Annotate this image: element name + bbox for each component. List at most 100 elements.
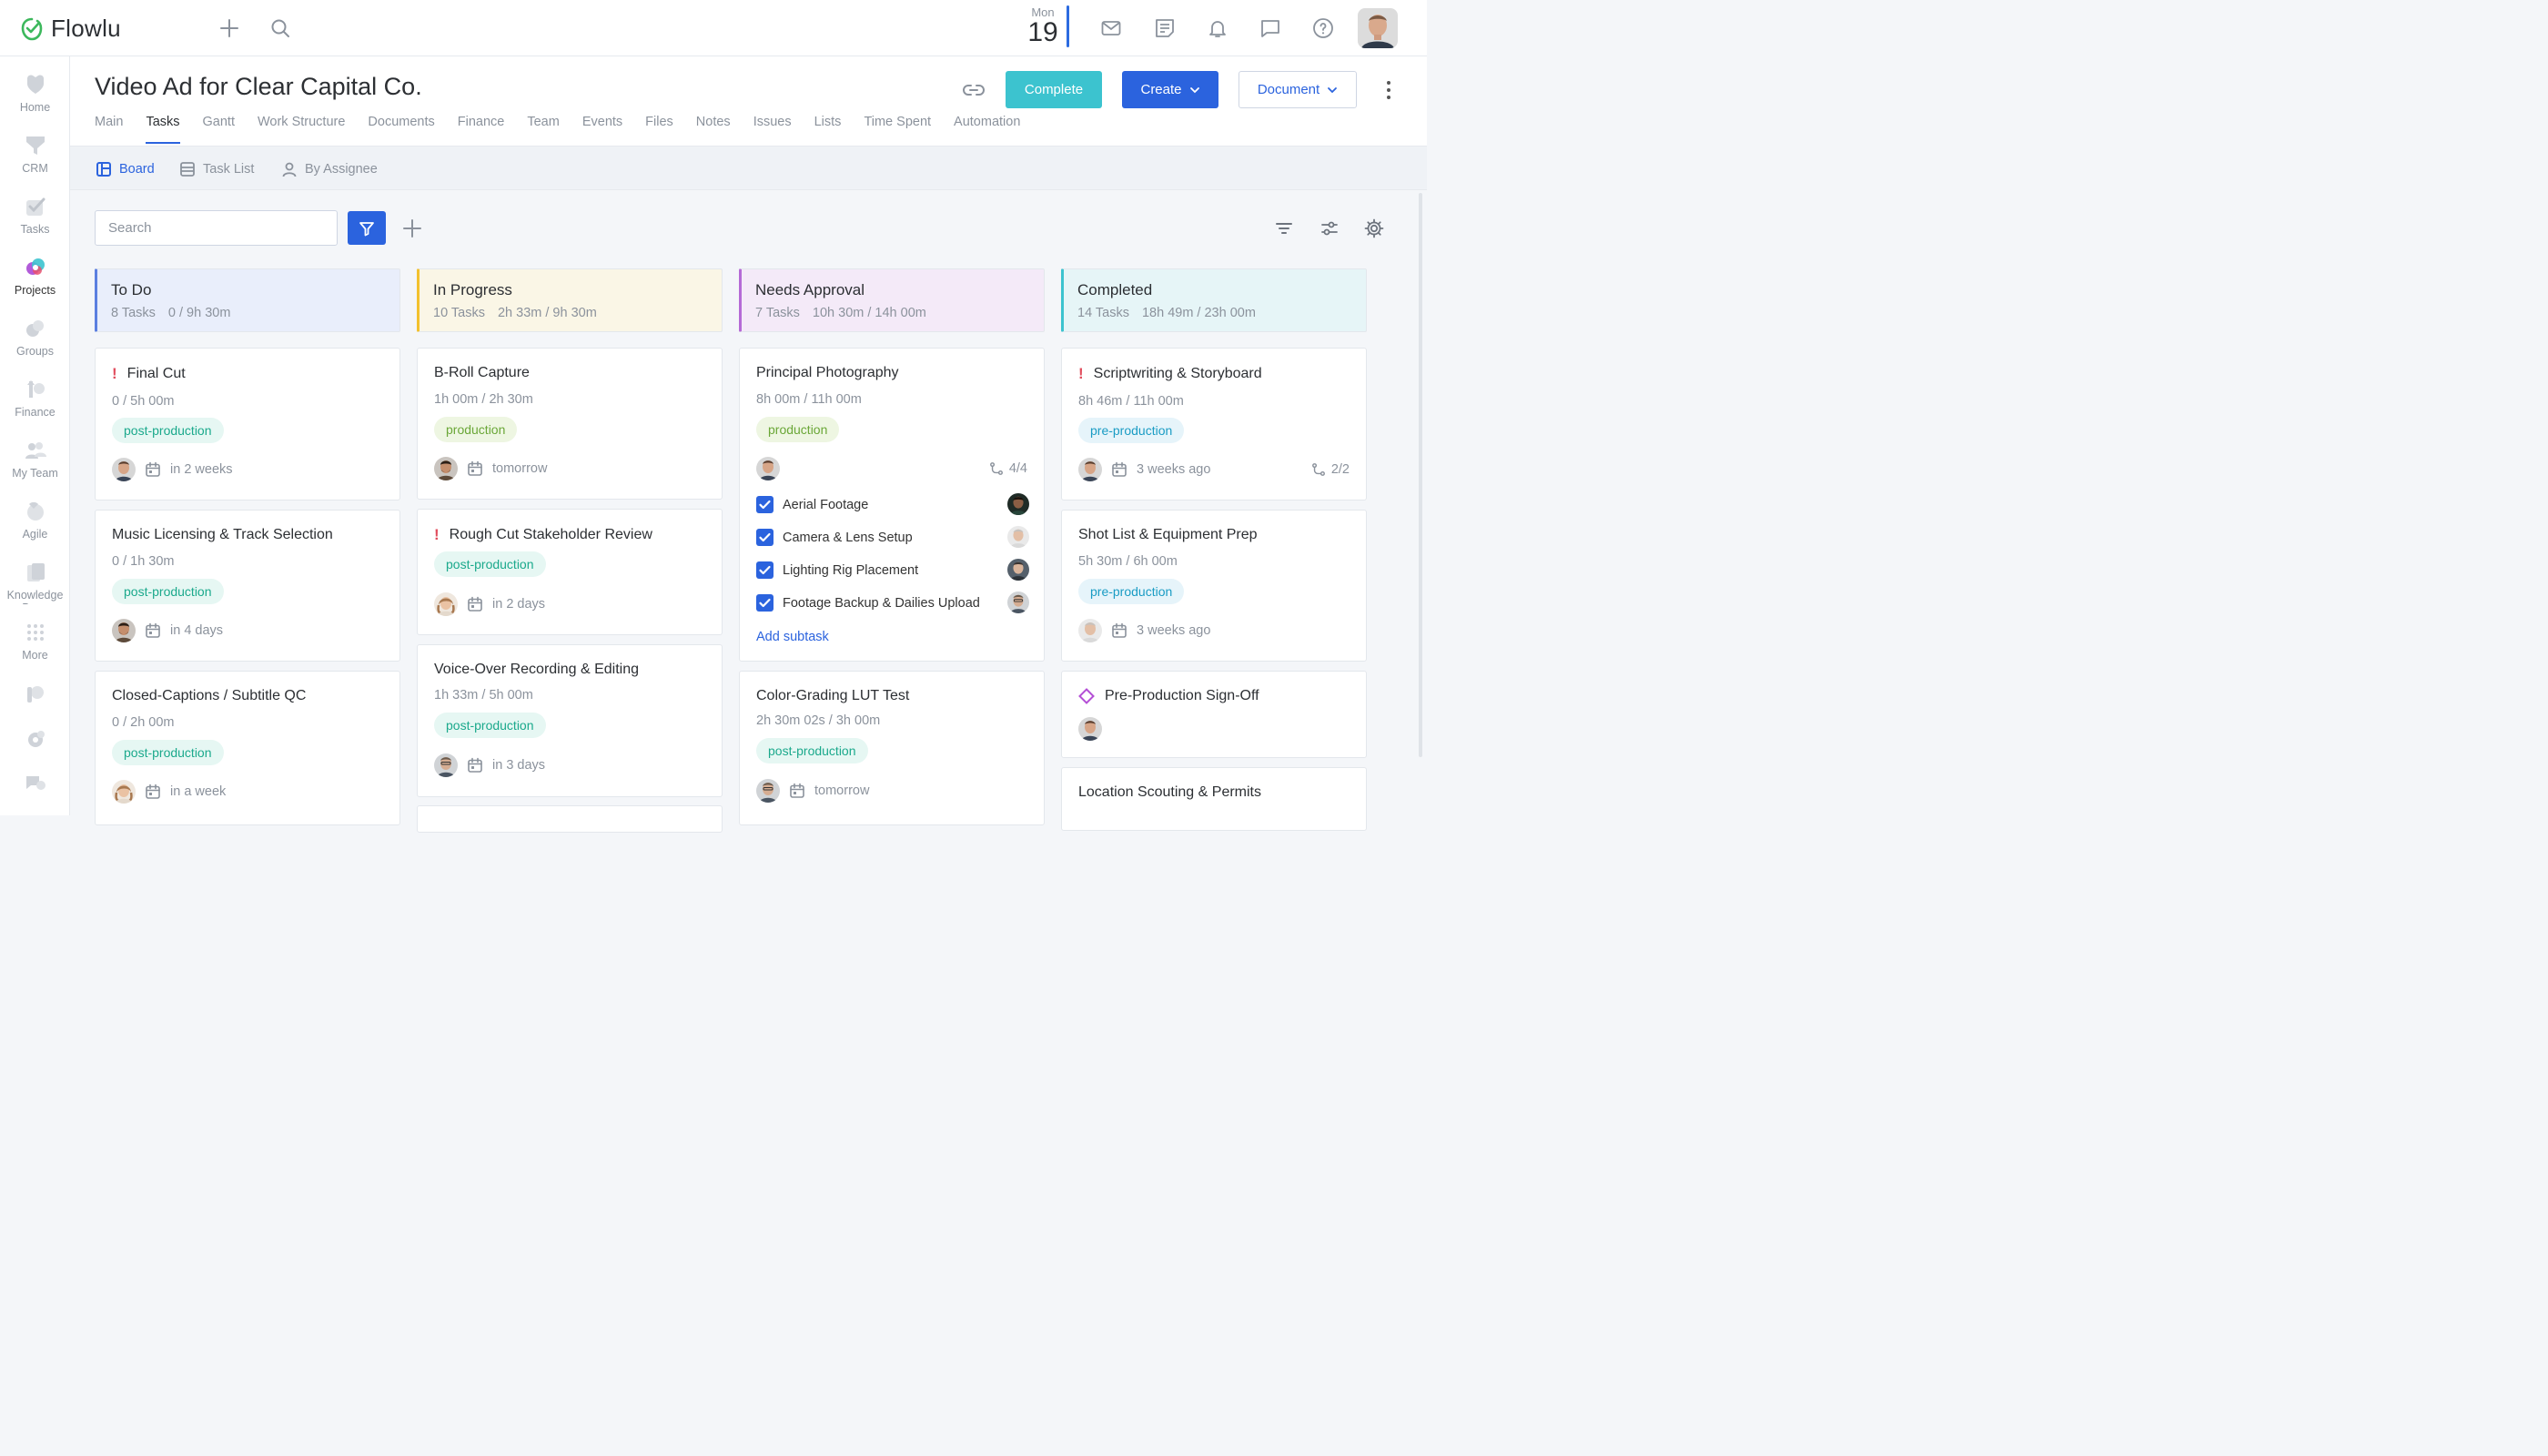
view-by-assignee[interactable]: By Assignee [281, 161, 378, 177]
task-tag[interactable]: post-production [112, 579, 224, 604]
column-header-in-progress[interactable]: In Progress 10 Tasks 2h 33m / 9h 30m [417, 268, 723, 332]
tab-team[interactable]: Team [527, 115, 559, 144]
tab-documents[interactable]: Documents [368, 115, 434, 144]
bell-icon[interactable] [1207, 17, 1228, 39]
task-card-final-cut[interactable]: ! Final Cut 0 / 5h 00m post-production in… [95, 348, 400, 500]
subtask-item[interactable]: Footage Backup & Dailies Upload [756, 594, 1029, 612]
sidebar-item-knowledge-base[interactable]: Knowledge Base [0, 561, 70, 604]
subtask-counter[interactable]: 4/4 [989, 461, 1027, 476]
task-card-b-roll-capture[interactable]: B-Roll Capture 1h 00m / 2h 30m productio… [417, 348, 723, 500]
subtask-avatar[interactable] [1007, 559, 1029, 581]
date-widget[interactable]: Mon 19 [1025, 5, 1061, 46]
assignee-avatar[interactable] [112, 458, 136, 481]
task-card-rough-cut-review[interactable]: ! Rough Cut Stakeholder Review post-produ… [417, 509, 723, 635]
tab-events[interactable]: Events [582, 115, 622, 144]
sidebar-item-agile[interactable]: Agile [0, 500, 70, 541]
column-header-completed[interactable]: Completed 14 Tasks 18h 49m / 23h 00m [1061, 268, 1367, 332]
add-column-button[interactable] [402, 218, 422, 238]
sidebar-app-extra-1[interactable] [0, 682, 70, 711]
task-tag[interactable]: post-production [756, 738, 868, 763]
column-header-needs-approval[interactable]: Needs Approval 7 Tasks 10h 30m / 14h 00m [739, 268, 1045, 332]
task-tag[interactable]: pre-production [1078, 418, 1185, 443]
task-tag[interactable]: pre-production [1078, 579, 1185, 604]
user-avatar[interactable] [1358, 8, 1398, 48]
task-card-voice-over[interactable]: Voice-Over Recording & Editing 1h 33m / … [417, 644, 723, 797]
assignee-avatar[interactable] [1078, 717, 1102, 741]
tab-time-spent[interactable]: Time Spent [864, 115, 931, 144]
subtask-item[interactable]: Lighting Rig Placement [756, 561, 1029, 579]
add-subtask-link[interactable]: Add subtask [756, 630, 829, 644]
assignee-avatar[interactable] [756, 457, 780, 480]
more-options-icon[interactable] [1380, 78, 1398, 102]
task-card-principal-photography[interactable]: Principal Photography 8h 00m / 11h 00m p… [739, 348, 1045, 662]
sidebar-item-crm[interactable]: CRM [0, 134, 70, 175]
subtask-avatar[interactable] [1007, 493, 1029, 515]
notes-icon[interactable] [1154, 17, 1176, 39]
sidebar-item-more[interactable]: More [0, 621, 70, 662]
link-icon[interactable] [961, 79, 986, 101]
tab-gantt[interactable]: Gantt [203, 115, 235, 144]
task-card-color-grading[interactable]: Color-Grading LUT Test 2h 30m 02s / 3h 0… [739, 671, 1045, 825]
task-tag[interactable]: post-production [112, 740, 224, 765]
view-task-list[interactable]: Task List [179, 161, 254, 177]
sidebar-item-home[interactable]: Home [0, 73, 70, 114]
search-input[interactable] [95, 210, 338, 246]
task-tag[interactable]: post-production [112, 418, 224, 443]
task-card-scriptwriting[interactable]: ! Scriptwriting & Storyboard 8h 46m / 11h… [1061, 348, 1367, 500]
task-card-location-scouting[interactable]: Location Scouting & Permits [1061, 767, 1367, 831]
subtask-avatar[interactable] [1007, 526, 1029, 548]
view-board[interactable]: Board [96, 161, 155, 177]
task-card-music-licensing[interactable]: Music Licensing & Track Selection 0 / 1h… [95, 510, 400, 662]
task-tag[interactable]: post-production [434, 713, 546, 738]
column-header-to-do[interactable]: To Do 8 Tasks 0 / 9h 30m [95, 268, 400, 332]
vertical-scrollbar[interactable] [1419, 193, 1422, 757]
sidebar-support[interactable] [0, 772, 70, 800]
help-icon[interactable] [1312, 17, 1334, 39]
task-card-pre-production-sign-off[interactable]: Pre-Production Sign-Off [1061, 671, 1367, 758]
sliders-icon[interactable] [1320, 218, 1340, 238]
sidebar-item-groups[interactable]: Groups [0, 317, 70, 358]
subtask-item[interactable]: Camera & Lens Setup [756, 529, 1029, 546]
tab-work-structure[interactable]: Work Structure [258, 115, 345, 144]
tab-main[interactable]: Main [95, 115, 123, 144]
subtask-avatar[interactable] [1007, 592, 1029, 613]
task-card-closed-captions[interactable]: Closed-Captions / Subtitle QC 0 / 2h 00m… [95, 671, 400, 825]
sidebar-item-my-team[interactable]: My Team [0, 439, 70, 480]
assignee-avatar[interactable] [1078, 458, 1102, 481]
sidebar-item-finance[interactable]: Finance [0, 378, 70, 419]
subtask-checkbox[interactable] [756, 561, 774, 579]
tab-lists[interactable]: Lists [814, 115, 842, 144]
subtask-checkbox[interactable] [756, 496, 774, 513]
filter-button[interactable] [348, 211, 386, 245]
task-tag[interactable]: production [756, 417, 840, 442]
sort-icon[interactable] [1274, 218, 1294, 238]
flowlu-logo[interactable]: Flowlu [20, 15, 121, 43]
assignee-avatar[interactable] [112, 780, 136, 804]
task-tag[interactable]: post-production [434, 551, 546, 577]
assignee-avatar[interactable] [434, 592, 458, 616]
complete-button[interactable]: Complete [1006, 71, 1102, 108]
assignee-avatar[interactable] [434, 753, 458, 777]
sidebar-item-tasks[interactable]: Tasks [0, 195, 70, 236]
subtask-item[interactable]: Aerial Footage [756, 496, 1029, 513]
task-card-partial[interactable] [417, 805, 723, 833]
subtask-checkbox[interactable] [756, 594, 774, 612]
task-card-shot-list[interactable]: Shot List & Equipment Prep 5h 30m / 6h 0… [1061, 510, 1367, 662]
tab-notes[interactable]: Notes [696, 115, 731, 144]
tab-automation[interactable]: Automation [954, 115, 1020, 144]
plus-icon[interactable] [218, 17, 240, 39]
chat-icon[interactable] [1259, 17, 1281, 39]
assignee-avatar[interactable] [112, 619, 136, 642]
tab-finance[interactable]: Finance [458, 115, 505, 144]
create-button[interactable]: Create [1122, 71, 1218, 108]
mail-icon[interactable] [1100, 17, 1122, 39]
search-icon[interactable] [269, 17, 291, 39]
tab-issues[interactable]: Issues [753, 115, 792, 144]
gear-icon[interactable] [1364, 218, 1384, 238]
sidebar-settings[interactable] [0, 728, 70, 756]
tab-files[interactable]: Files [645, 115, 673, 144]
sidebar-item-projects[interactable]: Projects [0, 256, 70, 297]
task-tag[interactable]: production [434, 417, 518, 442]
tab-tasks[interactable]: Tasks [146, 115, 180, 144]
assignee-avatar[interactable] [756, 779, 780, 803]
